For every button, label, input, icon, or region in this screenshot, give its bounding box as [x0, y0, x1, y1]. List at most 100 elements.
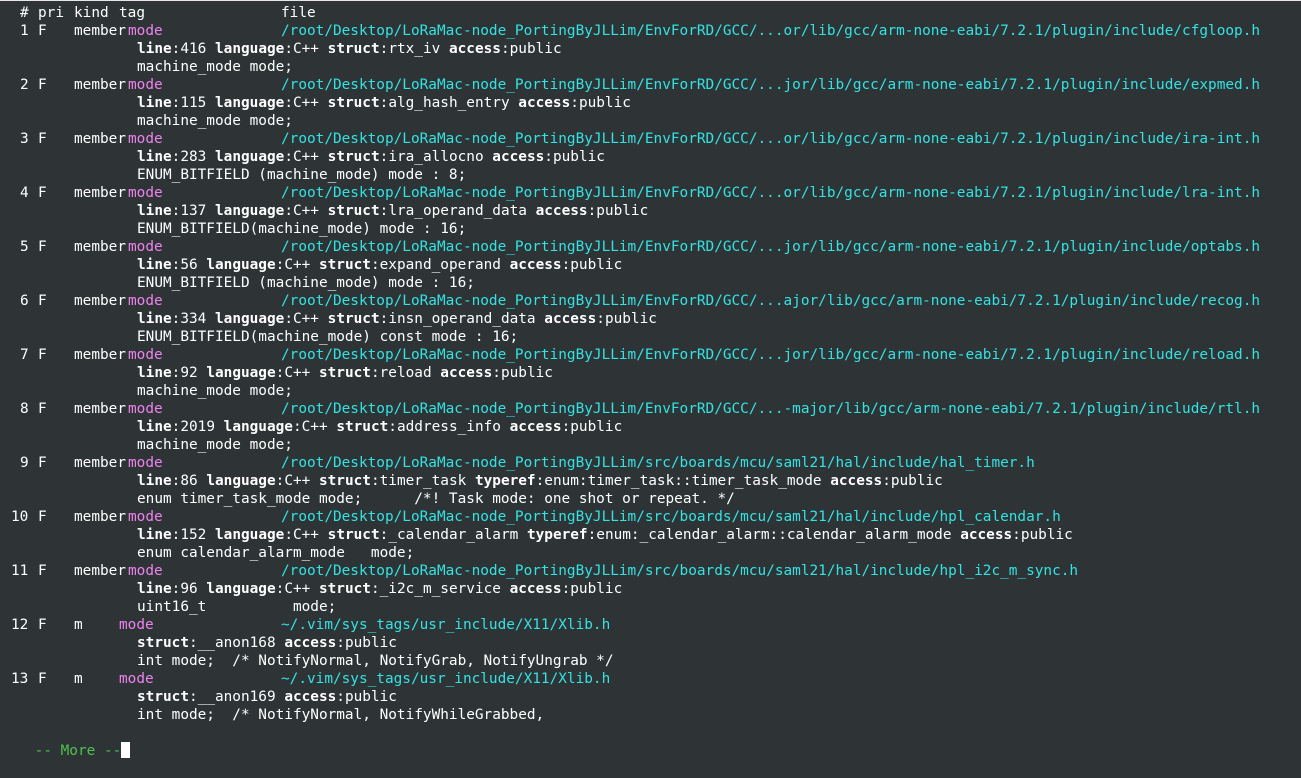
- info-key: line: [137, 149, 172, 165]
- match-code-line: machine_mode mode;: [137, 437, 293, 453]
- info-key: struct: [137, 689, 189, 705]
- info-key: struct: [318, 581, 371, 597]
- info-value: 92: [180, 365, 198, 381]
- match-number: 10: [11, 509, 29, 525]
- info-key: language: [206, 365, 276, 381]
- info-key: language: [215, 149, 285, 165]
- match-info-line: line:92 language:C++ struct:reload acces…: [137, 365, 553, 381]
- match-tag: mode: [128, 131, 163, 147]
- info-value: reload: [379, 365, 432, 381]
- match-priority: F: [38, 617, 47, 633]
- info-value: public: [890, 473, 943, 489]
- info-key: language: [215, 41, 285, 57]
- match-kind: member: [74, 401, 126, 417]
- match-code-line: machine_mode mode;: [137, 113, 293, 129]
- info-value: 86: [180, 473, 198, 489]
- match-file-path: /root/Desktop/LoRaMac-node_PortingByJLLi…: [281, 509, 1061, 525]
- info-key: access: [518, 95, 571, 111]
- match-info-line: line:2019 language:C++ struct:address_in…: [137, 419, 623, 435]
- match-info-line: line:334 language:C++ struct:insn_operan…: [137, 311, 657, 327]
- info-value: 283: [180, 149, 207, 165]
- info-value: address_info: [396, 419, 501, 435]
- match-tag: mode: [128, 509, 163, 525]
- match-info-line: line:416 language:C++ struct:rtx_iv acce…: [137, 41, 562, 57]
- match-number: 6: [20, 293, 29, 309]
- info-value: lra_operand_data: [388, 203, 527, 219]
- info-key: access: [544, 311, 597, 327]
- info-key: language: [215, 311, 285, 327]
- match-priority: F: [38, 509, 47, 525]
- match-number: 5: [20, 239, 29, 255]
- match-tag: mode: [119, 617, 154, 633]
- info-key: language: [215, 95, 285, 111]
- info-value: C++: [292, 95, 319, 111]
- info-key: struct: [327, 95, 380, 111]
- info-value: C++: [284, 257, 311, 273]
- info-key: access: [284, 689, 337, 705]
- match-info-line: struct:__anon169 access:public: [137, 689, 397, 705]
- info-key: line: [137, 419, 172, 435]
- info-value: timer_task: [379, 473, 467, 489]
- match-info-line: line:96 language:C++ struct:_i2c_m_servi…: [137, 581, 623, 597]
- info-key: line: [137, 311, 172, 327]
- info-key: struct: [327, 311, 380, 327]
- info-key: access: [830, 473, 883, 489]
- info-value: alg_hash_entry: [388, 95, 510, 111]
- match-info-line: line:137 language:C++ struct:lra_operand…: [137, 203, 649, 219]
- info-key: access: [509, 581, 562, 597]
- match-code-line: ENUM_BITFIELD (machine_mode) mode : 16;: [137, 275, 475, 291]
- info-value: C++: [292, 311, 319, 327]
- info-key: language: [206, 473, 276, 489]
- match-file-path: /root/Desktop/LoRaMac-node_PortingByJLLi…: [281, 563, 1079, 579]
- info-value: 152: [180, 527, 207, 543]
- match-number: 13: [11, 671, 29, 687]
- info-key: access: [509, 419, 562, 435]
- match-number: 7: [20, 347, 29, 363]
- info-key: line: [137, 203, 172, 219]
- more-prompt-line: -- More --: [0, 724, 131, 759]
- info-key: language: [215, 527, 285, 543]
- match-file-path: /root/Desktop/LoRaMac-node_PortingByJLLi…: [281, 77, 1261, 93]
- match-file-path: /root/Desktop/LoRaMac-node_PortingByJLLi…: [281, 455, 1035, 471]
- match-priority: F: [38, 455, 47, 471]
- match-kind: member: [74, 77, 126, 93]
- info-key: access: [448, 41, 501, 57]
- info-key: struct: [318, 365, 371, 381]
- info-key: struct: [318, 473, 371, 489]
- match-code-line: machine_mode mode;: [137, 59, 293, 75]
- match-code-line: enum calendar_alarm_mode mode;: [137, 545, 415, 561]
- match-kind: member: [74, 455, 126, 471]
- info-key: struct: [327, 203, 380, 219]
- info-key: struct: [336, 419, 389, 435]
- info-value: 2019: [180, 419, 215, 435]
- match-file-path: ~/.vim/sys_tags/usr_include/X11/Xlib.h: [281, 617, 611, 633]
- match-code-line: int mode; /* NotifyNormal, NotifyGrab, N…: [137, 653, 614, 669]
- info-value: public: [344, 635, 397, 651]
- match-file-path: /root/Desktop/LoRaMac-node_PortingByJLLi…: [281, 23, 1261, 39]
- info-value: C++: [292, 41, 319, 57]
- info-value: C++: [292, 203, 319, 219]
- info-key: typeref: [474, 473, 536, 489]
- match-number: 4: [20, 185, 29, 201]
- match-tag: mode: [128, 185, 163, 201]
- info-key: access: [284, 635, 337, 651]
- match-file-path: /root/Desktop/LoRaMac-node_PortingByJLLi…: [281, 293, 1261, 309]
- info-value: enum:timer_task::timer_task_mode: [544, 473, 822, 489]
- text-cursor: [121, 742, 131, 758]
- terminal-window[interactable]: # pri kind tag file 1 Fmember mode/root/De…: [0, 4, 1301, 759]
- info-value: 137: [180, 203, 207, 219]
- match-tag: mode: [128, 347, 163, 363]
- header-kind: kind: [74, 5, 109, 21]
- info-value: __anon169: [197, 689, 276, 705]
- match-tag: mode: [119, 671, 154, 687]
- match-tag: mode: [128, 401, 163, 417]
- info-value: _i2c_m_service: [379, 581, 501, 597]
- info-key: struct: [327, 149, 380, 165]
- match-priority: F: [38, 671, 47, 687]
- match-kind: member: [74, 293, 126, 309]
- info-key: access: [960, 527, 1013, 543]
- tag-list-header: # pri kind tag file: [0, 4, 316, 22]
- match-info-line: struct:__anon168 access:public: [137, 635, 397, 651]
- match-number: 2: [20, 77, 29, 93]
- match-kind: m: [74, 671, 83, 687]
